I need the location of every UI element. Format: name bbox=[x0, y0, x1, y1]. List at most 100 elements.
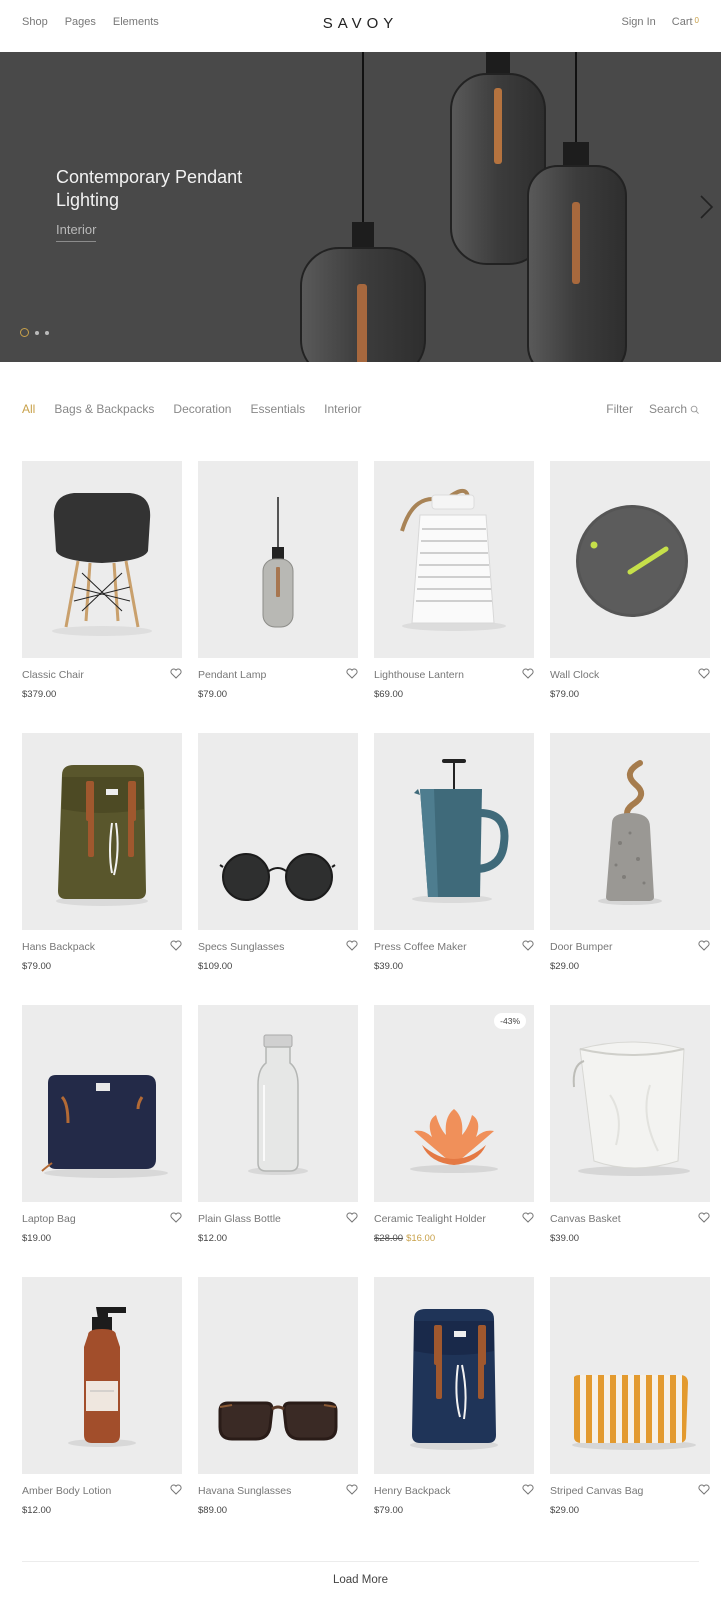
product-price: $79.00 bbox=[550, 689, 580, 700]
product-card: Striped Canvas Bag $29.00 bbox=[550, 1277, 710, 1523]
heart-icon[interactable] bbox=[522, 1484, 534, 1495]
product-price: $379.00 bbox=[22, 689, 57, 700]
product-card: Henry Backpack $79.00 bbox=[374, 1277, 534, 1523]
heart-icon[interactable] bbox=[346, 668, 358, 679]
filter-actions: Filter Search bbox=[606, 402, 699, 416]
slider-dot-1[interactable] bbox=[20, 328, 29, 337]
heart-icon[interactable] bbox=[170, 1484, 182, 1495]
search-button[interactable]: Search bbox=[649, 402, 699, 416]
product-name[interactable]: Striped Canvas Bag bbox=[550, 1485, 643, 1497]
heart-icon[interactable] bbox=[698, 1212, 710, 1223]
striped-bag-icon bbox=[572, 1375, 696, 1450]
heart-icon[interactable] bbox=[346, 1212, 358, 1223]
product-image-link[interactable] bbox=[198, 1277, 358, 1474]
product-name[interactable]: Plain Glass Bottle bbox=[198, 1213, 281, 1225]
hero-title: Contemporary Pendant Lighting bbox=[56, 167, 243, 210]
load-more-button[interactable]: Load More bbox=[0, 1574, 721, 1586]
slider-dot-3[interactable] bbox=[45, 330, 49, 335]
product-image-link[interactable] bbox=[550, 1005, 710, 1202]
coffee-press-icon bbox=[412, 759, 509, 903]
product-name[interactable]: Press Coffee Maker bbox=[374, 941, 467, 953]
product-image-link[interactable] bbox=[22, 1277, 182, 1474]
product-image-link[interactable] bbox=[198, 461, 358, 658]
heart-icon[interactable] bbox=[522, 1212, 534, 1223]
heart-icon[interactable] bbox=[170, 668, 182, 679]
product-name[interactable]: Lighthouse Lantern bbox=[374, 669, 464, 681]
heart-icon[interactable] bbox=[522, 940, 534, 951]
product-name[interactable]: Hans Backpack bbox=[22, 941, 95, 953]
slider-dot-2[interactable] bbox=[35, 330, 39, 335]
category-filter-bar: All Bags & Backpacks Decoration Essentia… bbox=[22, 402, 699, 422]
product-image-link[interactable] bbox=[198, 1005, 358, 1202]
backpack-icon bbox=[410, 1309, 498, 1450]
laptop-bag-icon bbox=[41, 1075, 168, 1178]
heart-icon[interactable] bbox=[170, 1212, 182, 1223]
product-image-link[interactable] bbox=[374, 733, 534, 930]
tab-all[interactable]: All bbox=[22, 402, 35, 416]
product-name[interactable]: Classic Chair bbox=[22, 669, 84, 681]
tab-decoration[interactable]: Decoration bbox=[173, 402, 231, 416]
tealight-holder-icon bbox=[410, 1109, 498, 1173]
product-card: Classic Chair $379.00 bbox=[22, 461, 182, 707]
product-price: $79.00 bbox=[374, 1505, 404, 1516]
heart-icon[interactable] bbox=[698, 940, 710, 951]
product-card: Canvas Basket $39.00 bbox=[550, 1005, 710, 1251]
product-price: $39.00 bbox=[550, 1233, 580, 1244]
original-price: $28.00 bbox=[374, 1233, 404, 1244]
product-name[interactable]: Henry Backpack bbox=[374, 1485, 450, 1497]
product-image-link[interactable] bbox=[550, 461, 710, 658]
product-card: Lighthouse Lantern $69.00 bbox=[374, 461, 534, 707]
product-name[interactable]: Ceramic Tealight Holder bbox=[374, 1213, 486, 1225]
product-image-link[interactable] bbox=[374, 1277, 534, 1474]
category-tabs: All Bags & Backpacks Decoration Essentia… bbox=[22, 402, 362, 416]
chevron-right-icon[interactable] bbox=[697, 194, 715, 220]
site-header: Shop Pages Elements SAVOY Sign In Cart 0 bbox=[0, 0, 721, 50]
product-image-link[interactable]: -43% bbox=[374, 1005, 534, 1202]
product-price: $12.00 bbox=[22, 1505, 52, 1516]
product-price: $39.00 bbox=[374, 961, 404, 972]
heart-icon[interactable] bbox=[698, 1484, 710, 1495]
product-image-link[interactable] bbox=[22, 461, 182, 658]
product-image-link[interactable] bbox=[22, 733, 182, 930]
product-image-link[interactable] bbox=[550, 733, 710, 930]
clock-icon bbox=[576, 505, 688, 617]
product-name[interactable]: Pendant Lamp bbox=[198, 669, 266, 681]
product-image-link[interactable] bbox=[22, 1005, 182, 1202]
backpack-icon bbox=[56, 765, 148, 906]
product-price: $19.00 bbox=[22, 1233, 52, 1244]
heart-icon[interactable] bbox=[522, 668, 534, 679]
heart-icon[interactable] bbox=[346, 1484, 358, 1495]
product-grid: Classic Chair $379.00 Pendant Lamp $79.0… bbox=[22, 461, 710, 1523]
product-card: Amber Body Lotion $12.00 bbox=[22, 1277, 182, 1523]
product-name[interactable]: Specs Sunglasses bbox=[198, 941, 284, 953]
tab-bags-backpacks[interactable]: Bags & Backpacks bbox=[54, 402, 154, 416]
sign-in-link[interactable]: Sign In bbox=[622, 16, 656, 28]
product-image-link[interactable] bbox=[198, 733, 358, 930]
tab-interior[interactable]: Interior bbox=[324, 402, 361, 416]
tab-essentials[interactable]: Essentials bbox=[250, 402, 305, 416]
product-card: Laptop Bag $19.00 bbox=[22, 1005, 182, 1251]
heart-icon[interactable] bbox=[698, 668, 710, 679]
cart-link[interactable]: Cart 0 bbox=[672, 16, 699, 28]
product-card: Press Coffee Maker $39.00 bbox=[374, 733, 534, 979]
pendant-lamp-icon bbox=[262, 497, 294, 628]
product-card: Door Bumper $29.00 bbox=[550, 733, 710, 979]
hero-category-link[interactable]: Interior bbox=[56, 222, 97, 242]
product-name[interactable]: Wall Clock bbox=[550, 669, 599, 681]
product-name[interactable]: Amber Body Lotion bbox=[22, 1485, 111, 1497]
heart-icon[interactable] bbox=[346, 940, 358, 951]
sale-price: $16.00 bbox=[406, 1233, 436, 1244]
product-name[interactable]: Door Bumper bbox=[550, 941, 612, 953]
filter-button[interactable]: Filter bbox=[606, 402, 633, 416]
product-image-link[interactable] bbox=[374, 461, 534, 658]
site-logo[interactable]: SAVOY bbox=[0, 15, 721, 32]
product-card: Havana Sunglasses $89.00 bbox=[198, 1277, 358, 1523]
heart-icon[interactable] bbox=[170, 940, 182, 951]
hero-slider[interactable]: Contemporary Pendant Lighting Interior bbox=[0, 52, 721, 362]
product-name[interactable]: Canvas Basket bbox=[550, 1213, 621, 1225]
product-name[interactable]: Laptop Bag bbox=[22, 1213, 76, 1225]
product-image-link[interactable] bbox=[550, 1277, 710, 1474]
cart-count-badge: 0 bbox=[694, 16, 699, 25]
product-name[interactable]: Havana Sunglasses bbox=[198, 1485, 291, 1497]
canvas-basket-icon bbox=[572, 1041, 690, 1176]
